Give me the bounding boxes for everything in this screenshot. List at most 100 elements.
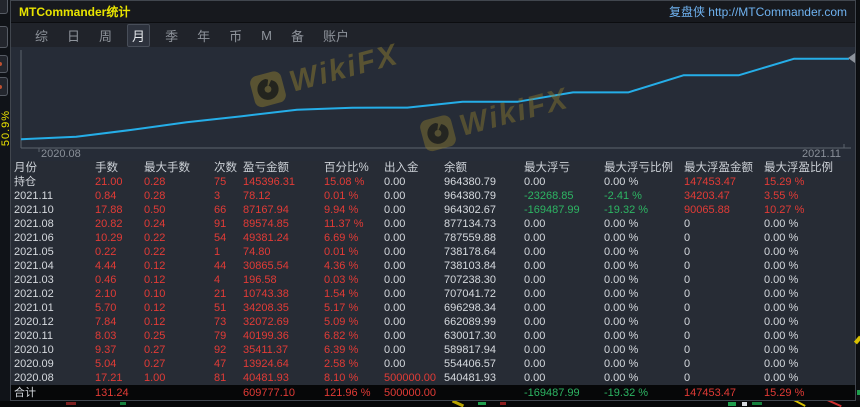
- cell: 0.00: [524, 344, 546, 356]
- cell: 0.00 %: [604, 372, 639, 384]
- cell: 964380.79: [444, 176, 496, 188]
- cell: 0: [684, 274, 691, 286]
- cell: 2020.08: [14, 372, 54, 384]
- column-header: 最大浮亏比例: [604, 162, 673, 174]
- cell: 9.37: [95, 344, 117, 356]
- table-row[interactable]: 2021.03 0.46 0.12 4 196.58 0.03 % 0.00 707238.3…: [11, 273, 855, 287]
- cell: 44: [214, 260, 227, 272]
- cell: 0.00 %: [764, 218, 799, 230]
- cell: 0.00: [384, 288, 406, 300]
- cell: 8.10 %: [324, 372, 359, 384]
- column-header: 余额: [444, 162, 467, 174]
- cell: 21.00: [95, 176, 123, 188]
- table-row[interactable]: 持仓 21.00 0.28 75 145396.31 15.08 % 0.00 964380.…: [11, 175, 855, 189]
- table-row[interactable]: 2020.08 17.21 1.00 81 40481.93 8.10 % 500000.0…: [11, 371, 855, 385]
- cell: 196.58: [243, 274, 277, 286]
- cell: 0.00: [384, 204, 406, 216]
- table-row[interactable]: 2021.10 17.88 0.50 66 87167.94 9.94 % 0.00 9643…: [11, 203, 855, 217]
- table-row[interactable]: 2021.05 0.22 0.22 1 74.80 0.01 % 0.00 738178.64…: [11, 245, 855, 259]
- menu-item-日[interactable]: 日: [63, 25, 84, 46]
- table-row[interactable]: 2021.06 10.29 0.22 54 49381.24 6.69 % 0.00 7875…: [11, 231, 855, 245]
- cell: 0.00 %: [764, 288, 799, 300]
- x-axis-label-start: 2020.08: [41, 148, 81, 160]
- cell: 32072.69: [243, 316, 289, 328]
- menu-item-年[interactable]: 年: [193, 25, 214, 46]
- cell: 0: [684, 260, 691, 272]
- table-total-row[interactable]: 合计 131.24 609777.10 121.96 % 500000.00 -16948…: [11, 385, 855, 400]
- cell: 4: [214, 274, 221, 286]
- table-row[interactable]: 2020.11 8.03 0.25 79 40199.36 6.82 % 0.00 63001…: [11, 329, 855, 343]
- column-header: 最大浮盈比例: [764, 162, 833, 174]
- cell: 3.55 %: [764, 190, 799, 202]
- menu-item-季[interactable]: 季: [161, 25, 182, 46]
- table-row[interactable]: 2021.02 2.10 0.10 21 10743.38 1.54 % 0.00 70704…: [11, 287, 855, 301]
- cell: 0: [684, 288, 691, 300]
- cell: 0.00: [384, 218, 406, 230]
- cell: 0.12: [144, 274, 166, 286]
- cell: 0: [684, 232, 691, 244]
- stats-table: 月份 手数 最大手数 次数 盈亏金额 百分比% 出入金 余额 最大浮亏 最大浮亏比例 最大浮盈金额最…: [11, 161, 855, 400]
- cell: 0.12: [144, 302, 166, 314]
- cell: 持仓: [14, 176, 36, 188]
- cell: [214, 385, 243, 400]
- table-row[interactable]: 2021.08 20.82 0.24 91 89574.85 11.37 % 0.00 877…: [11, 217, 855, 231]
- cell: 964380.79: [444, 190, 496, 202]
- cell: 81: [214, 372, 227, 384]
- cell: 500000.00: [384, 372, 436, 384]
- cell: 9.94 %: [324, 204, 359, 216]
- cell: 0.00: [524, 176, 546, 188]
- cell: 0.00 %: [604, 232, 639, 244]
- table-row[interactable]: 2020.10 9.37 0.27 92 35411.37 6.39 % 0.00 58981…: [11, 343, 855, 357]
- menu-item-月[interactable]: 月: [127, 23, 151, 47]
- brand-link[interactable]: 复盘侠 http://MTCommander.com: [669, 3, 847, 20]
- menu-item-综[interactable]: 综: [31, 25, 52, 46]
- cell: 145396.31: [243, 176, 295, 188]
- cell: 3: [214, 190, 221, 202]
- cell: 738178.64: [444, 246, 496, 258]
- equity-chart-canvas: [20, 50, 851, 152]
- cell: 0: [684, 372, 691, 384]
- table-row[interactable]: 2021.01 5.70 0.12 51 34208.35 5.17 % 0.00 69629…: [11, 301, 855, 315]
- cell: 147453.47: [684, 176, 736, 188]
- table-row[interactable]: 2021.11 0.84 0.28 3 78.12 0.01 % 0.00 964380.79…: [11, 189, 855, 203]
- cell: 34203.47: [684, 190, 730, 202]
- menu-item-备[interactable]: 备: [287, 25, 308, 46]
- cell: 0.00 %: [604, 274, 639, 286]
- cell: 51: [214, 302, 227, 314]
- menu-item-币[interactable]: 币: [225, 25, 246, 46]
- cell: 0.22: [95, 246, 117, 258]
- menu-item-周[interactable]: 周: [95, 25, 116, 46]
- cell: 0.00 %: [604, 344, 639, 356]
- cell: 0.00: [524, 330, 546, 342]
- cell: 0: [684, 302, 691, 314]
- cell: 0.00: [384, 302, 406, 314]
- cell: 2021.06: [14, 232, 54, 244]
- column-header: 百分比%: [324, 162, 369, 174]
- table-header-row: 月份 手数 最大手数 次数 盈亏金额 百分比% 出入金 余额 最大浮亏 最大浮亏比例 最大浮盈金额最…: [11, 161, 855, 175]
- cell: 0.00: [384, 358, 406, 370]
- cell: 0.00: [384, 260, 406, 272]
- cell: 738103.84: [444, 260, 496, 272]
- cell: 78.12: [243, 190, 271, 202]
- cell: 147453.47: [684, 387, 736, 399]
- table-row[interactable]: 2021.04 4.44 0.12 44 30865.54 4.36 % 0.00 73810…: [11, 259, 855, 273]
- cell: 0.00 %: [764, 330, 799, 342]
- cell: 0: [684, 344, 691, 356]
- table-row[interactable]: 2020.09 5.04 0.27 47 13924.64 2.58 % 0.00 55440…: [11, 357, 855, 371]
- cell: 0.00 %: [764, 358, 799, 370]
- screen: 50.9% MTCommander统计 复盘侠 http://MTCommand…: [0, 0, 860, 407]
- cell: 0.00: [384, 330, 406, 342]
- collapse-arrow-icon[interactable]: [848, 53, 855, 63]
- menu-item-M[interactable]: M: [257, 27, 276, 44]
- cell: 540481.93: [444, 372, 496, 384]
- cell: 500000.00: [384, 387, 436, 399]
- cell: 20.82: [95, 218, 123, 230]
- table-row[interactable]: 2020.12 7.84 0.12 73 32072.69 5.09 % 0.00 66208…: [11, 315, 855, 329]
- menu-item-账户[interactable]: 账户: [319, 25, 353, 46]
- background-button: [0, 26, 8, 48]
- cell: 0.00 %: [604, 260, 639, 272]
- column-header: 最大浮亏: [524, 162, 570, 174]
- background-window-bottom-sliver: [0, 401, 860, 407]
- cell: 0.00 %: [604, 288, 639, 300]
- cell: 0.28: [144, 176, 166, 188]
